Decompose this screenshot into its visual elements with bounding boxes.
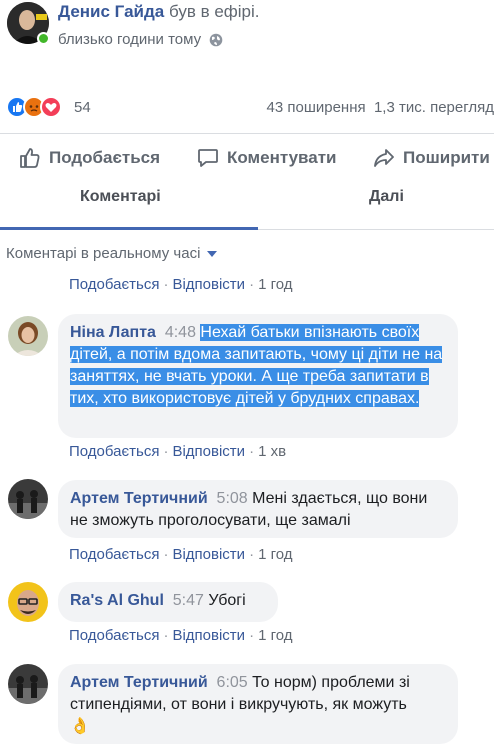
comment-reply-link[interactable]: Відповісти bbox=[172, 443, 245, 460]
comment-reply-link[interactable]: Відповісти bbox=[172, 276, 245, 293]
comment-like-link[interactable]: Подобається bbox=[69, 546, 159, 563]
commenter-name[interactable]: Артем Тертичний bbox=[70, 674, 208, 691]
comment-time[interactable]: 5:47 bbox=[173, 592, 204, 609]
comment-time-ago[interactable]: 1 год bbox=[258, 627, 292, 644]
ok-hand-emoji-icon: 👌 bbox=[70, 718, 90, 735]
shares-count[interactable]: 43 поширення bbox=[267, 99, 366, 116]
comments-filter-dropdown[interactable]: Коментарі в реальному часі bbox=[6, 245, 218, 262]
commenter-photo-icon bbox=[8, 664, 48, 704]
comments-filter-label: Коментарі в реальному часі bbox=[6, 245, 201, 262]
comment-like-link[interactable]: Подобається bbox=[69, 443, 159, 460]
comment-meta: Подобається · Відповісти · 1 год bbox=[69, 276, 293, 293]
comment-bubble: Ніна Лапта 4:48 Нехай батьки впізнають с… bbox=[58, 314, 458, 438]
thumbs-up-icon bbox=[20, 148, 40, 168]
post-time-line: близько години тому bbox=[58, 31, 223, 48]
comment-like-link[interactable]: Подобається bbox=[69, 276, 159, 293]
comment-tabs: Коментарі Далі bbox=[0, 184, 494, 230]
comment-meta: Подобається · Відповісти · 1 год bbox=[69, 627, 293, 644]
globe-icon bbox=[209, 33, 223, 46]
comment-button-label: Коментувати bbox=[227, 148, 337, 167]
comment-time-ago[interactable]: 1 хв bbox=[258, 443, 286, 460]
comment-time-ago[interactable]: 1 год bbox=[258, 546, 292, 563]
comment-meta: Подобається · Відповісти · 1 год bbox=[69, 546, 293, 563]
post-time[interactable]: близько години тому bbox=[58, 31, 201, 48]
post-actions: Подобається Коментувати Поширити bbox=[0, 140, 494, 180]
tab-comments[interactable]: Коментарі bbox=[80, 188, 161, 206]
comment-time[interactable]: 4:48 bbox=[165, 324, 196, 341]
comment-meta: Подобається · Відповісти · 1 хв bbox=[69, 443, 287, 460]
comment-reply-link[interactable]: Відповісти bbox=[172, 546, 245, 563]
active-tab-indicator bbox=[0, 227, 258, 230]
commenter-name[interactable]: Артем Тертичний bbox=[70, 490, 208, 507]
comment-time[interactable]: 5:08 bbox=[217, 490, 248, 507]
reactions-summary[interactable] bbox=[6, 96, 72, 118]
commenter-name[interactable]: Ніна Лапта bbox=[70, 324, 156, 341]
commenter-photo-icon bbox=[8, 479, 48, 519]
post-author-line: Денис Гайда був в ефірі. bbox=[58, 2, 260, 22]
comment-button[interactable]: Коментувати bbox=[196, 146, 337, 170]
comment-bubble: Артем Тертичний 5:08 Мені здається, що в… bbox=[58, 480, 458, 538]
caret-down-icon bbox=[207, 250, 218, 257]
share-arrow-icon bbox=[374, 149, 394, 167]
comment-like-link[interactable]: Подобається bbox=[69, 627, 159, 644]
author-name[interactable]: Денис Гайда bbox=[58, 2, 164, 21]
like-button[interactable]: Подобається bbox=[18, 146, 160, 170]
post-stats: 54 43 поширення 1,3 тис. перегляд bbox=[0, 96, 494, 120]
commenter-avatar[interactable] bbox=[8, 479, 48, 519]
post-header: Денис Гайда був в ефірі. близько години … bbox=[0, 0, 494, 90]
comment-bubble: Артем Тертичний 6:05 То норм) проблеми з… bbox=[58, 664, 458, 744]
like-button-label: Подобається bbox=[49, 148, 161, 167]
views-count: 1,3 тис. перегляд bbox=[373, 99, 494, 116]
tab-next[interactable]: Далі bbox=[369, 188, 404, 206]
share-button[interactable]: Поширити bbox=[372, 146, 490, 170]
commenter-name[interactable]: Ra's Al Ghul bbox=[70, 592, 164, 609]
commenter-avatar[interactable] bbox=[8, 582, 48, 622]
reactions-count[interactable]: 54 bbox=[74, 99, 91, 116]
comment-bubble-icon bbox=[198, 149, 218, 167]
comment-time[interactable]: 6:05 bbox=[217, 674, 248, 691]
commenter-photo-icon bbox=[8, 316, 48, 356]
commenter-photo-icon bbox=[8, 582, 48, 622]
online-status-dot bbox=[37, 32, 50, 45]
comment-time-ago[interactable]: 1 год bbox=[258, 276, 292, 293]
divider bbox=[0, 133, 494, 134]
share-button-label: Поширити bbox=[403, 148, 490, 167]
shares-views: 43 поширення 1,3 тис. перегляд bbox=[267, 99, 494, 116]
commenter-avatar[interactable] bbox=[8, 664, 48, 704]
author-status: був в ефірі. bbox=[168, 2, 260, 21]
commenter-avatar[interactable] bbox=[8, 316, 48, 356]
comment-text: Убогі bbox=[208, 592, 246, 609]
comment-bubble: Ra's Al Ghul 5:47 Убогі bbox=[58, 582, 278, 622]
love-reaction-icon bbox=[40, 96, 62, 118]
comment-reply-link[interactable]: Відповісти bbox=[172, 627, 245, 644]
